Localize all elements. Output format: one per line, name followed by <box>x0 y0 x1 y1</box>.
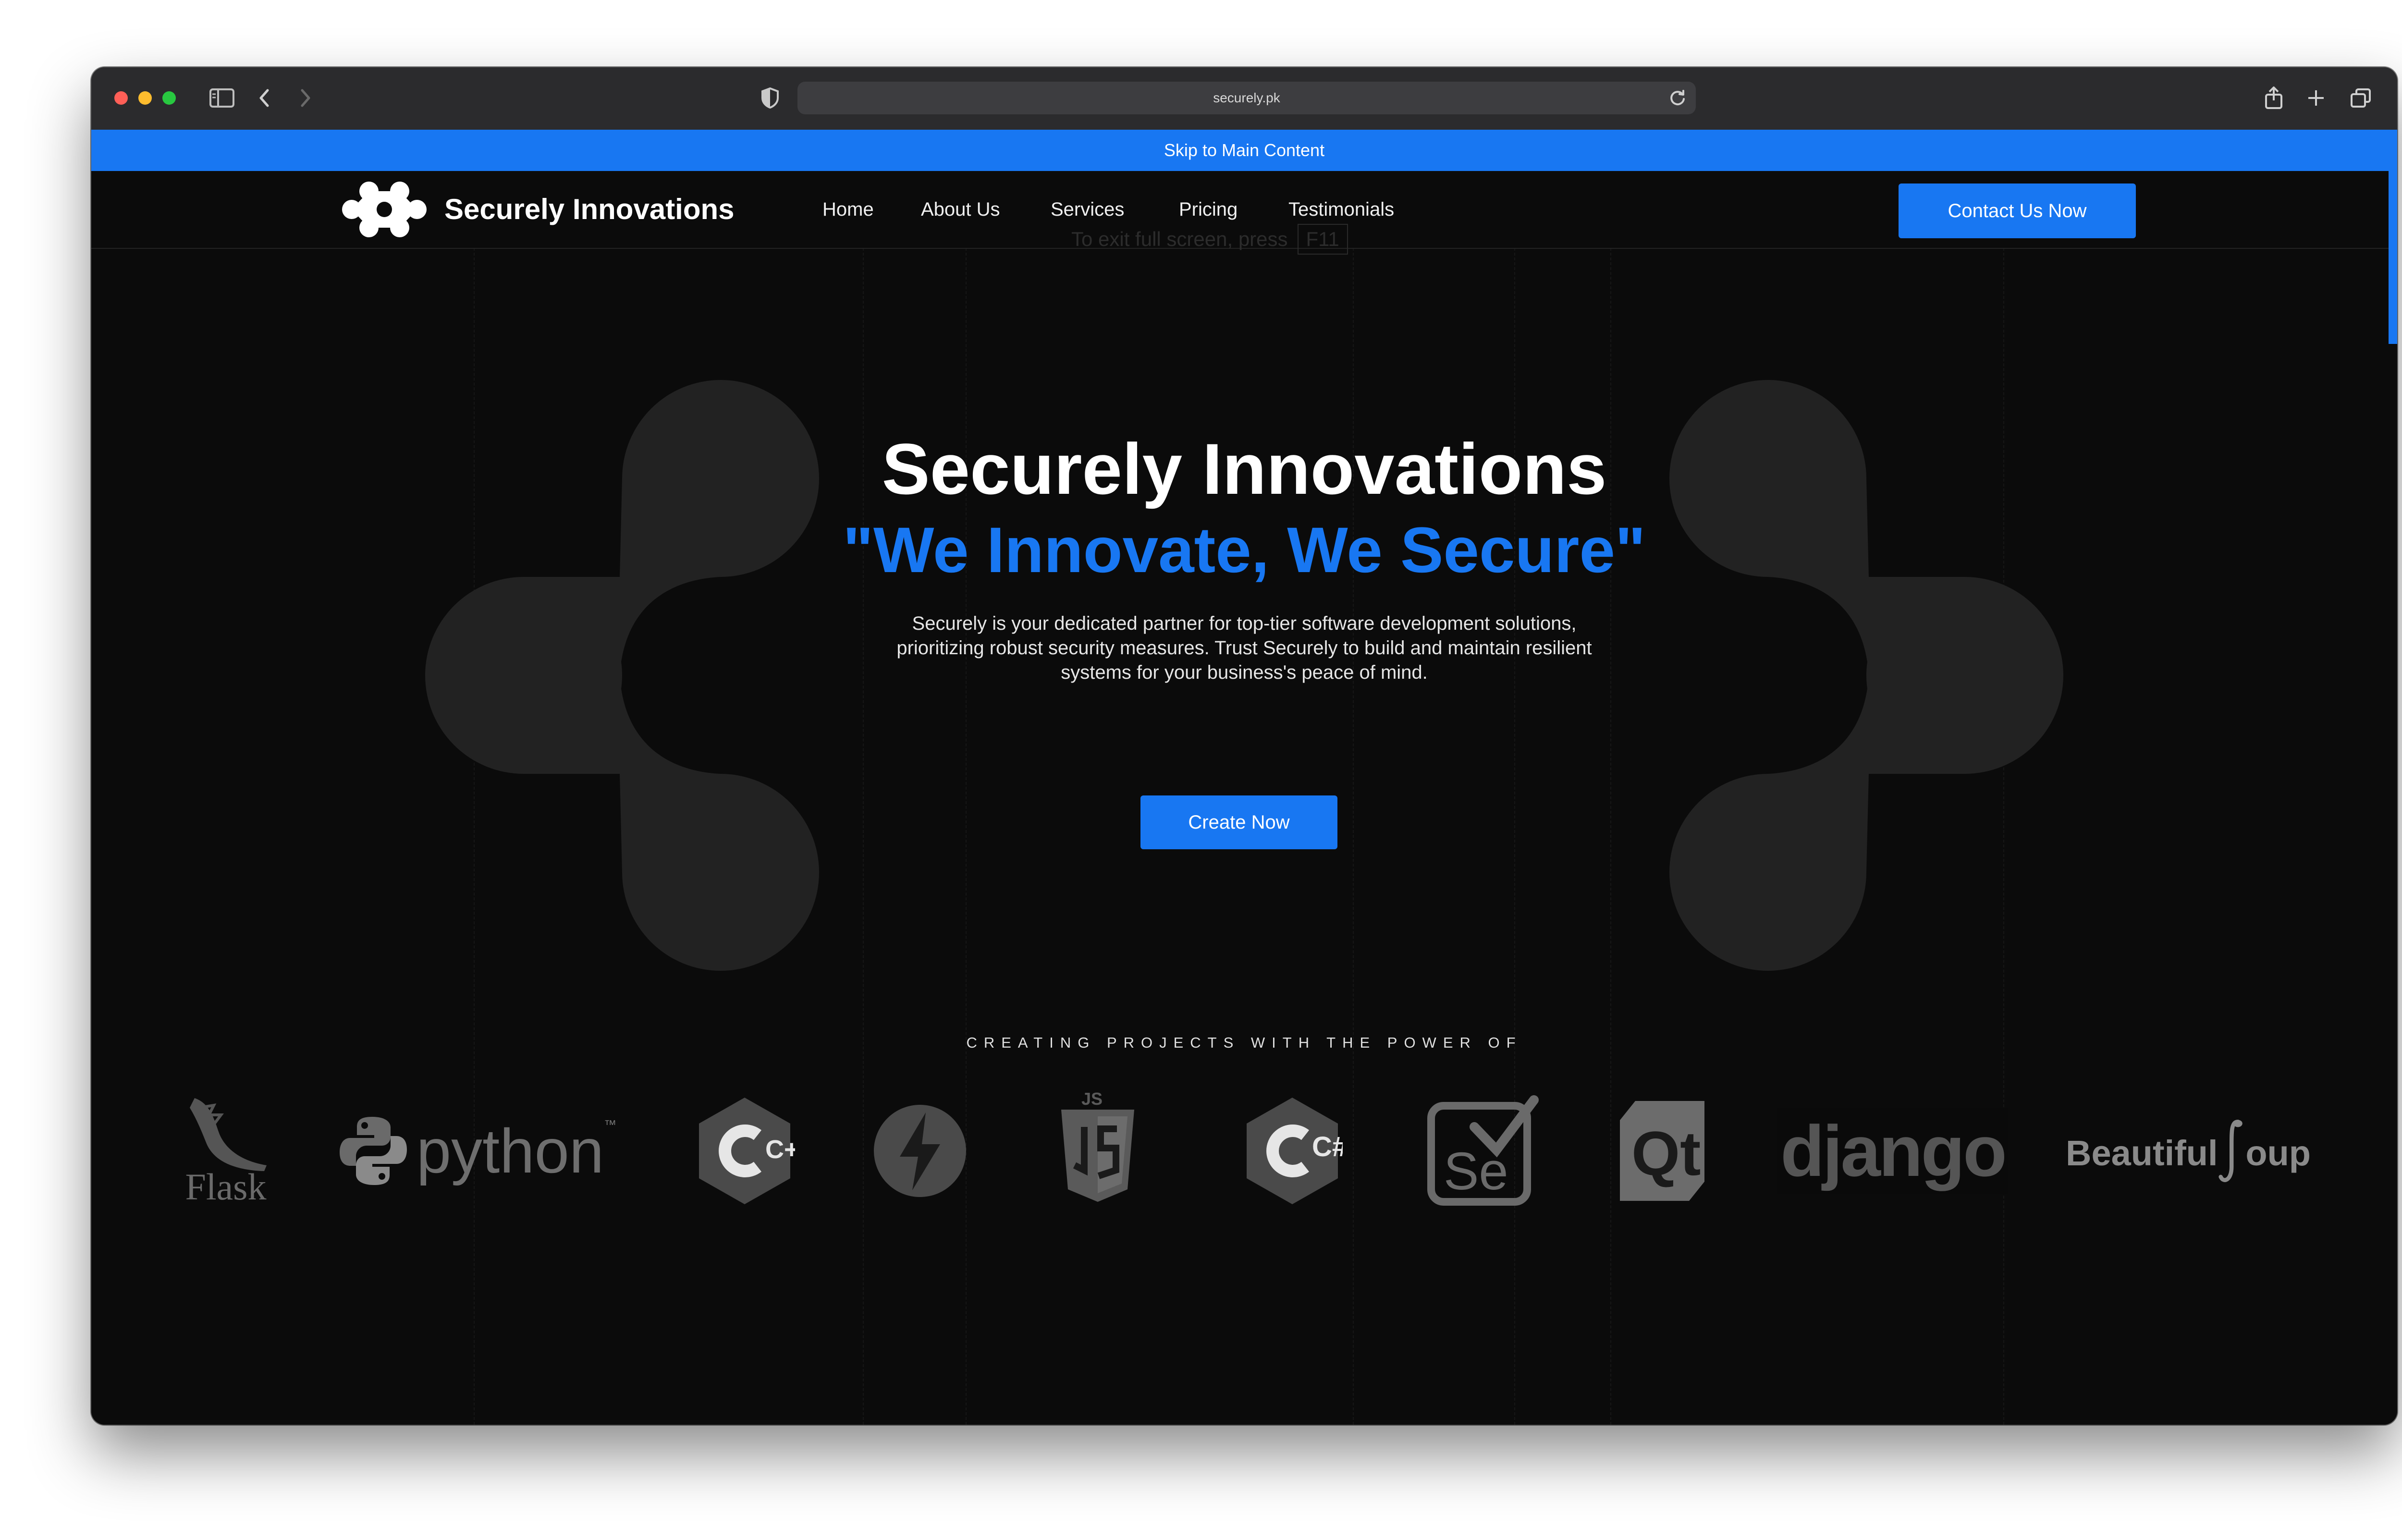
qt-logo: Qt <box>1609 1096 1715 1206</box>
fullscreen-hint-key: F11 <box>1297 224 1348 255</box>
close-window-button[interactable] <box>114 91 128 105</box>
web-page: Securely Innovations Home About Us Servi… <box>91 171 2397 1425</box>
fastapi-logo <box>865 1100 975 1201</box>
selenium-label: Se <box>1444 1142 1508 1201</box>
sidebar-toggle-icon[interactable] <box>207 83 237 113</box>
nav-pricing[interactable]: Pricing <box>1179 197 1238 222</box>
cpp-logo: C++ <box>687 1093 802 1209</box>
soup-spoon-icon <box>2218 1119 2243 1182</box>
browser-window: securely.pk Skip to Main Content Securel… <box>91 67 2397 1425</box>
js-label: JS <box>1081 1089 1103 1109</box>
python-logo: python ™ <box>339 1108 617 1194</box>
page-scrollbar-thumb[interactable] <box>2389 171 2397 344</box>
hero-description-line: systems for your business's peace of min… <box>1061 662 1428 683</box>
brand-logo-icon[interactable] <box>341 181 428 238</box>
django-label: django <box>1780 1111 2007 1191</box>
share-icon[interactable] <box>2260 83 2287 113</box>
selenium-logo: Se <box>1422 1091 1542 1211</box>
django-logo: django <box>1777 1108 2008 1194</box>
nav-testimonials[interactable]: Testimonials <box>1288 197 1394 222</box>
flask-horn-icon <box>190 1098 267 1171</box>
hero-description-line: Securely is your dedicated partner for t… <box>912 613 1577 634</box>
address-bar[interactable]: securely.pk <box>797 82 1696 114</box>
python-trademark: ™ <box>604 1117 617 1132</box>
lightning-bolt-icon <box>874 1105 966 1197</box>
browser-toolbar: securely.pk <box>91 67 2397 131</box>
csharp-logo: C# <box>1235 1093 1350 1209</box>
contact-us-button[interactable]: Contact Us Now <box>1899 183 2136 238</box>
flask-label: Flask <box>185 1166 267 1208</box>
qt-label: Qt <box>1631 1118 1701 1188</box>
python-snake-icon <box>339 1117 407 1185</box>
brand-name[interactable]: Securely Innovations <box>444 190 735 229</box>
selenium-check-icon: Se <box>1427 1095 1539 1206</box>
create-now-button[interactable]: Create Now <box>1140 795 1337 849</box>
hero-description: Securely is your dedicated partner for t… <box>841 611 1648 685</box>
qt-icon: Qt <box>1620 1101 1704 1201</box>
forward-arrow-icon[interactable] <box>295 83 316 113</box>
python-label: python <box>416 1116 604 1186</box>
javascript-logo: JS <box>1050 1086 1146 1211</box>
minimize-window-button[interactable] <box>138 91 152 105</box>
nav-services[interactable]: Services <box>1051 197 1124 222</box>
flask-logo: Flask <box>163 1088 288 1209</box>
csharp-hexagon-icon: C# <box>1247 1098 1343 1204</box>
beautifulsoup-label: Beautiful <box>2066 1133 2218 1173</box>
js-shield-icon: JS <box>1061 1089 1134 1202</box>
url-text: securely.pk <box>1213 90 1280 105</box>
hero-title: Securely Innovations <box>882 428 1607 509</box>
new-tab-icon[interactable] <box>2303 83 2329 113</box>
hero-description-line: prioritizing robust security measures. T… <box>896 637 1592 659</box>
nav-home[interactable]: Home <box>822 197 874 222</box>
skip-to-content-link[interactable]: Skip to Main Content <box>91 130 2397 171</box>
nav-about-us[interactable]: About Us <box>921 197 1000 222</box>
fullscreen-hint-text: To exit full screen, press <box>1071 228 1288 250</box>
zoom-window-button[interactable] <box>162 91 176 105</box>
beautifulsoup-label-suffix: oup <box>2245 1133 2311 1173</box>
beautifulsoup-logo: Beautiful oup <box>2066 1112 2311 1194</box>
privacy-shield-icon[interactable] <box>757 83 784 113</box>
back-arrow-icon[interactable] <box>254 83 275 113</box>
csharp-label: C# <box>1312 1131 1343 1162</box>
hero-slogan: "We Innovate, We Secure" <box>843 514 1646 586</box>
cpp-hexagon-icon: C++ <box>699 1098 795 1204</box>
reload-icon[interactable] <box>1668 88 1687 110</box>
cpp-label: C++ <box>765 1135 795 1164</box>
tab-overview-icon[interactable] <box>2346 83 2375 113</box>
tech-stack-heading: CREATING PROJECTS WITH THE POWER OF <box>966 1034 1522 1051</box>
fullscreen-exit-hint: To exit full screen, press F11 <box>1071 224 1552 255</box>
